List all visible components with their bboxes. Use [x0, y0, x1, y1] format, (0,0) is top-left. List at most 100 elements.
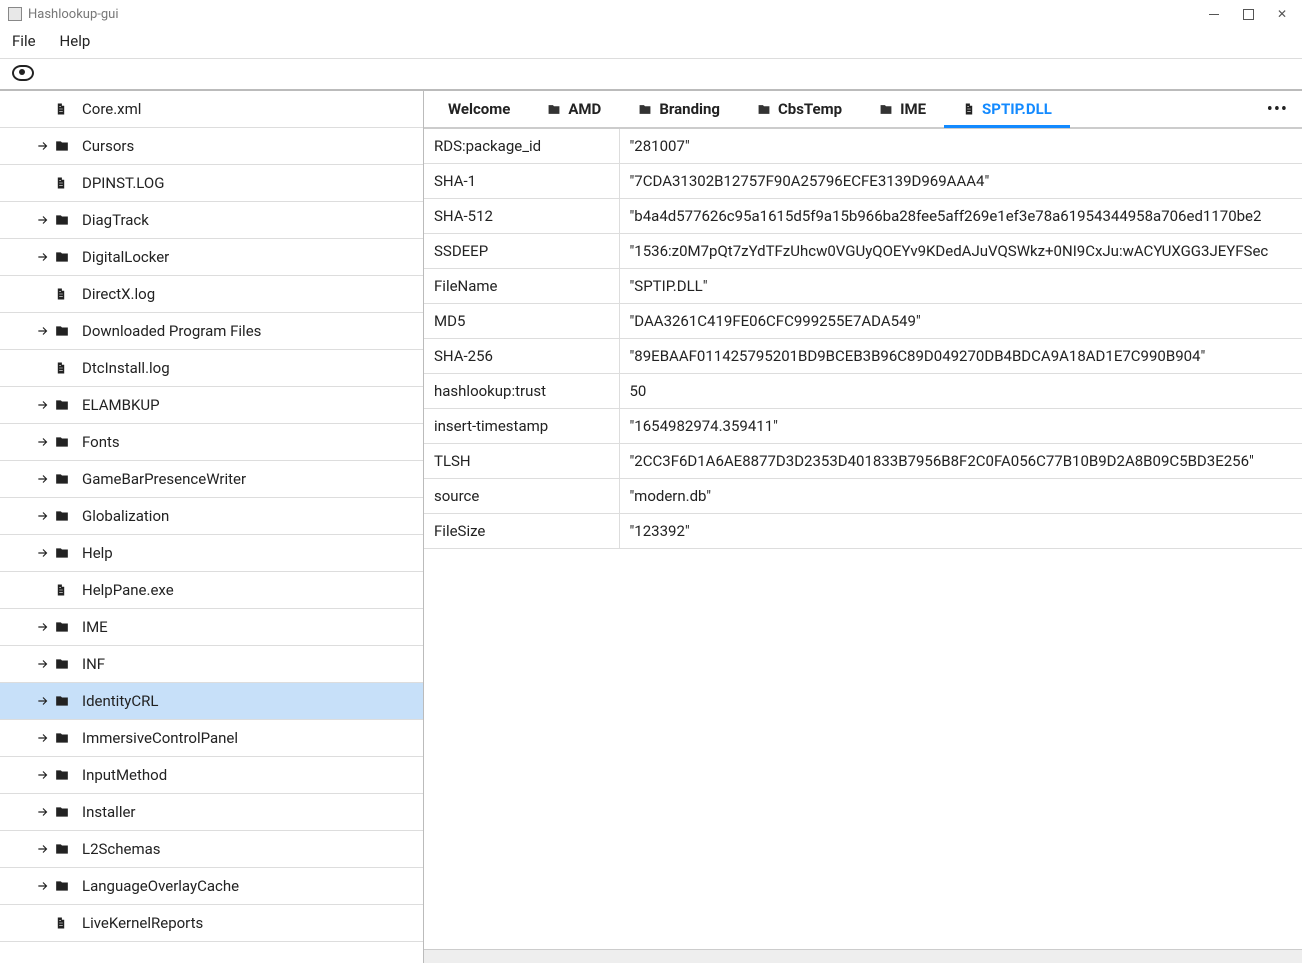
- close-button[interactable]: [1276, 8, 1288, 20]
- expand-arrow-icon[interactable]: [34, 324, 52, 338]
- table-row: hashlookup:trust50: [424, 374, 1302, 409]
- expand-arrow-icon[interactable]: [34, 435, 52, 449]
- tree-item-label: Core.xml: [82, 100, 141, 118]
- tree-item-label: ImmersiveControlPanel: [82, 729, 238, 747]
- tabs-overflow-icon[interactable]: •••: [1253, 99, 1302, 120]
- expand-arrow-icon[interactable]: [34, 620, 52, 634]
- expand-arrow-icon[interactable]: [34, 657, 52, 671]
- tree-item-l2schemas[interactable]: L2Schemas: [0, 831, 423, 868]
- detail-key: RDS:package_id: [424, 129, 619, 164]
- file-icon: [54, 175, 74, 191]
- tree-item-downloaded-program-files[interactable]: Downloaded Program Files: [0, 313, 423, 350]
- tree-item-digitallocker[interactable]: DigitalLocker: [0, 239, 423, 276]
- expand-arrow-icon[interactable]: [34, 472, 52, 486]
- tab-sptip-dll[interactable]: SPTIP.DLL: [944, 92, 1070, 128]
- tree-item-label: DiagTrack: [82, 211, 149, 229]
- folder-icon: [54, 768, 74, 782]
- tab-amd[interactable]: AMD: [528, 91, 619, 127]
- folder-icon: [54, 213, 74, 227]
- tab-welcome[interactable]: Welcome: [430, 91, 528, 127]
- file-icon: [54, 360, 74, 376]
- expand-arrow-icon[interactable]: [34, 398, 52, 412]
- expand-arrow-icon[interactable]: [34, 731, 52, 745]
- tree-item-dtcinstall-log[interactable]: DtcInstall.log: [0, 350, 423, 387]
- tree-item-label: Help: [82, 544, 113, 562]
- table-row: FileSize"123392": [424, 514, 1302, 549]
- app-icon: [8, 7, 22, 21]
- tab-branding[interactable]: Branding: [619, 91, 738, 127]
- file-icon: [54, 582, 74, 598]
- tree-item-label: INF: [82, 655, 105, 673]
- menu-help[interactable]: Help: [60, 32, 91, 50]
- tree-item-core-xml[interactable]: Core.xml: [0, 91, 423, 128]
- tree-item-label: IME: [82, 618, 108, 636]
- file-icon: [962, 101, 976, 117]
- detail-value: "89EBAAF011425795201BD9BCEB3B96C89D04927…: [619, 339, 1302, 374]
- tree-item-help[interactable]: Help: [0, 535, 423, 572]
- folder-icon: [54, 472, 74, 486]
- tree-item-label: Cursors: [82, 137, 134, 155]
- tab-label: Welcome: [448, 100, 510, 118]
- folder-icon: [54, 694, 74, 708]
- expand-arrow-icon[interactable]: [34, 805, 52, 819]
- minimize-button[interactable]: [1208, 8, 1220, 20]
- expand-arrow-icon[interactable]: [34, 879, 52, 893]
- expand-arrow-icon[interactable]: [34, 546, 52, 560]
- tree-item-diagtrack[interactable]: DiagTrack: [0, 202, 423, 239]
- tab-ime[interactable]: IME: [860, 91, 944, 127]
- tree-item-immersivecontrolpanel[interactable]: ImmersiveControlPanel: [0, 720, 423, 757]
- expand-arrow-icon[interactable]: [34, 509, 52, 523]
- tree-item-label: HelpPane.exe: [82, 581, 174, 599]
- tree-item-helppane-exe[interactable]: HelpPane.exe: [0, 572, 423, 609]
- tree-item-label: DtcInstall.log: [82, 359, 170, 377]
- expand-arrow-icon[interactable]: [34, 250, 52, 264]
- expand-arrow-icon[interactable]: [34, 139, 52, 153]
- expand-arrow-icon[interactable]: [34, 768, 52, 782]
- tree-item-inf[interactable]: INF: [0, 646, 423, 683]
- tree-item-identitycrl[interactable]: IdentityCRL: [0, 683, 423, 720]
- tree-item-label: Globalization: [82, 507, 169, 525]
- file-tree[interactable]: Core.xml Cursors DPINST.LOG DiagTrack Digita…: [0, 91, 424, 963]
- folder-icon: [54, 250, 74, 264]
- tree-item-label: InputMethod: [82, 766, 167, 784]
- folder-icon: [54, 139, 74, 153]
- menu-file[interactable]: File: [12, 32, 36, 50]
- tree-item-livekernelreports[interactable]: LiveKernelReports: [0, 905, 423, 942]
- tree-item-cursors[interactable]: Cursors: [0, 128, 423, 165]
- tabs: Welcome AMDBrandingCbsTempIMESPTIP.DLL ••…: [424, 91, 1302, 129]
- folder-icon: [54, 842, 74, 856]
- maximize-button[interactable]: [1242, 8, 1254, 20]
- window-title: Hashlookup-gui: [28, 7, 1208, 22]
- detail-value: "SPTIP.DLL": [619, 269, 1302, 304]
- tab-cbstemp[interactable]: CbsTemp: [738, 91, 860, 127]
- folder-icon: [878, 103, 894, 116]
- tree-item-label: Fonts: [82, 433, 120, 451]
- tree-item-languageoverlaycache[interactable]: LanguageOverlayCache: [0, 868, 423, 905]
- folder-icon: [54, 620, 74, 634]
- table-row: RDS:package_id"281007": [424, 129, 1302, 164]
- horizontal-scrollbar[interactable]: [424, 949, 1302, 963]
- expand-arrow-icon[interactable]: [34, 694, 52, 708]
- expand-arrow-icon[interactable]: [34, 213, 52, 227]
- table-row: insert-timestamp"1654982974.359411": [424, 409, 1302, 444]
- detail-key: SHA-512: [424, 199, 619, 234]
- file-icon: [54, 286, 74, 302]
- tree-item-inputmethod[interactable]: InputMethod: [0, 757, 423, 794]
- tree-item-dpinst-log[interactable]: DPINST.LOG: [0, 165, 423, 202]
- tree-item-fonts[interactable]: Fonts: [0, 424, 423, 461]
- tree-item-elambkup[interactable]: ELAMBKUP: [0, 387, 423, 424]
- tree-item-globalization[interactable]: Globalization: [0, 498, 423, 535]
- detail-key: MD5: [424, 304, 619, 339]
- detail-value: "7CDA31302B12757F90A25796ECFE3139D969AAA…: [619, 164, 1302, 199]
- table-row: MD5"DAA3261C419FE06CFC999255E7ADA549": [424, 304, 1302, 339]
- tree-item-ime[interactable]: IME: [0, 609, 423, 646]
- tree-item-installer[interactable]: Installer: [0, 794, 423, 831]
- folder-icon: [54, 546, 74, 560]
- eye-icon[interactable]: [12, 65, 34, 81]
- tree-item-gamebarpresencewriter[interactable]: GameBarPresenceWriter: [0, 461, 423, 498]
- expand-arrow-icon[interactable]: [34, 842, 52, 856]
- table-row: source"modern.db": [424, 479, 1302, 514]
- tree-item-label: GameBarPresenceWriter: [82, 470, 246, 488]
- tree-item-directx-log[interactable]: DirectX.log: [0, 276, 423, 313]
- folder-icon: [54, 731, 74, 745]
